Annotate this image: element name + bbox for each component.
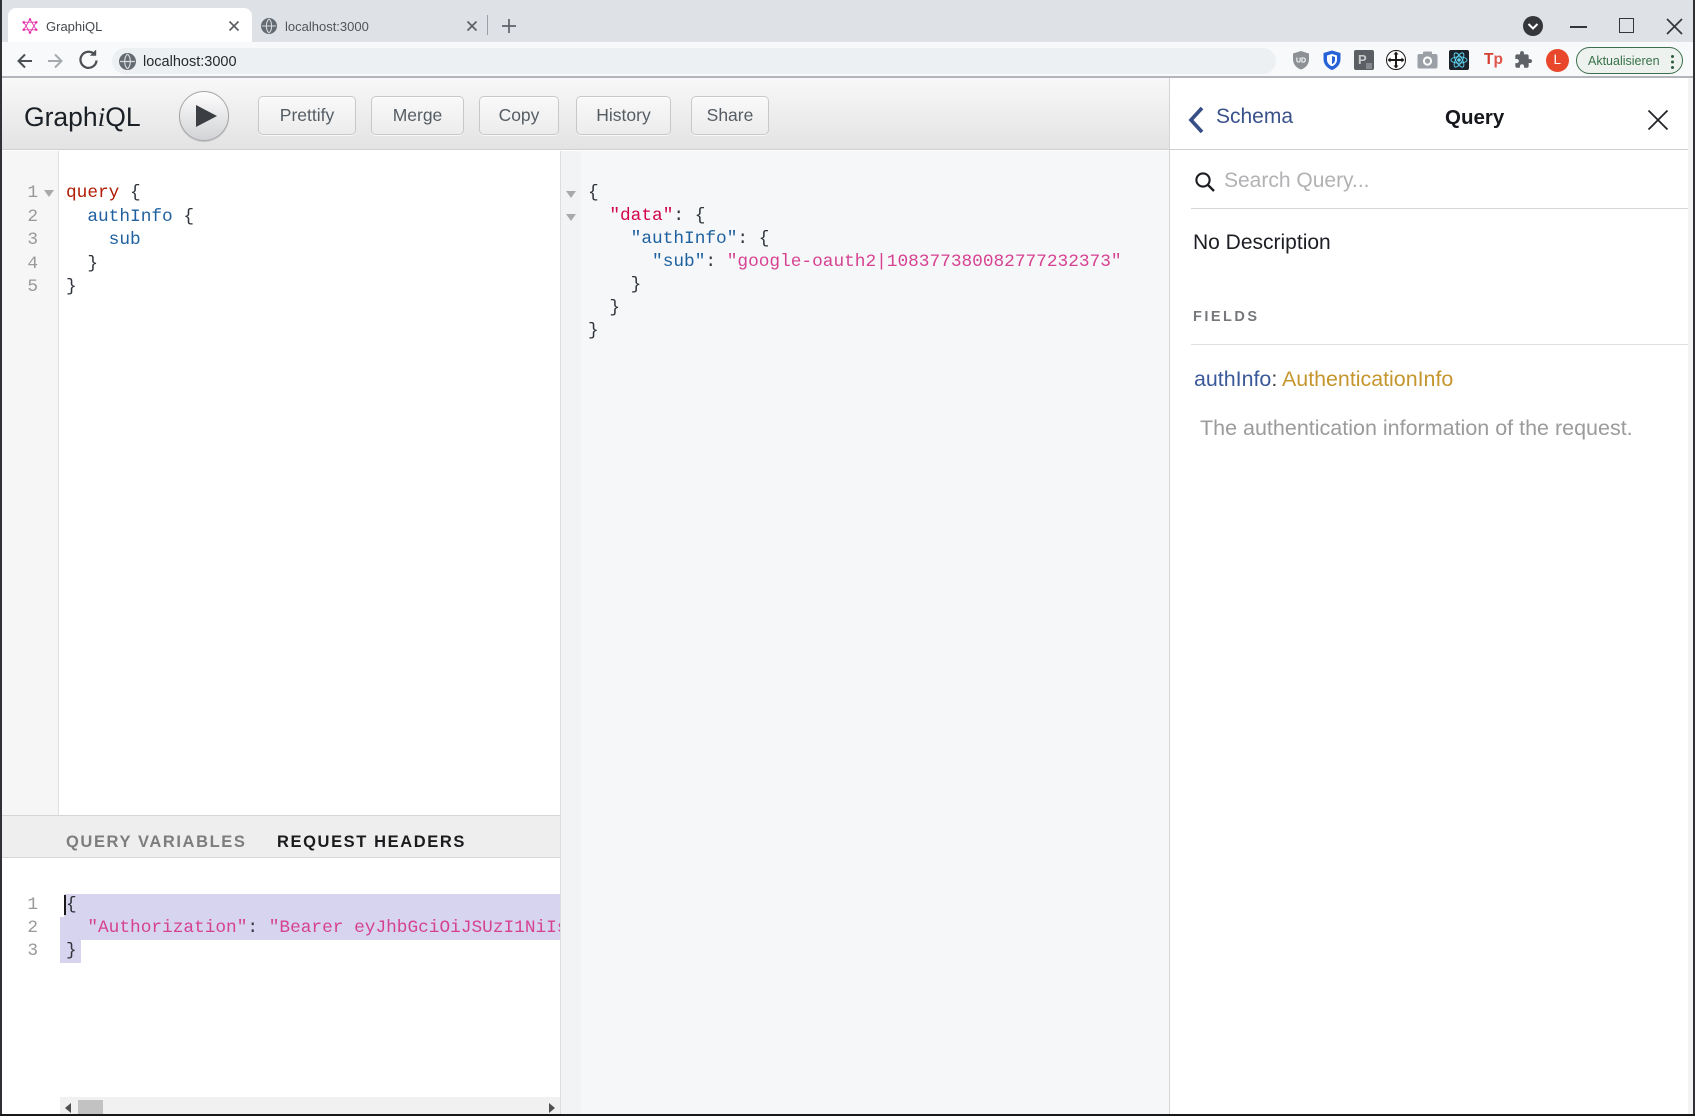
svg-text:UD: UD	[1296, 58, 1306, 65]
